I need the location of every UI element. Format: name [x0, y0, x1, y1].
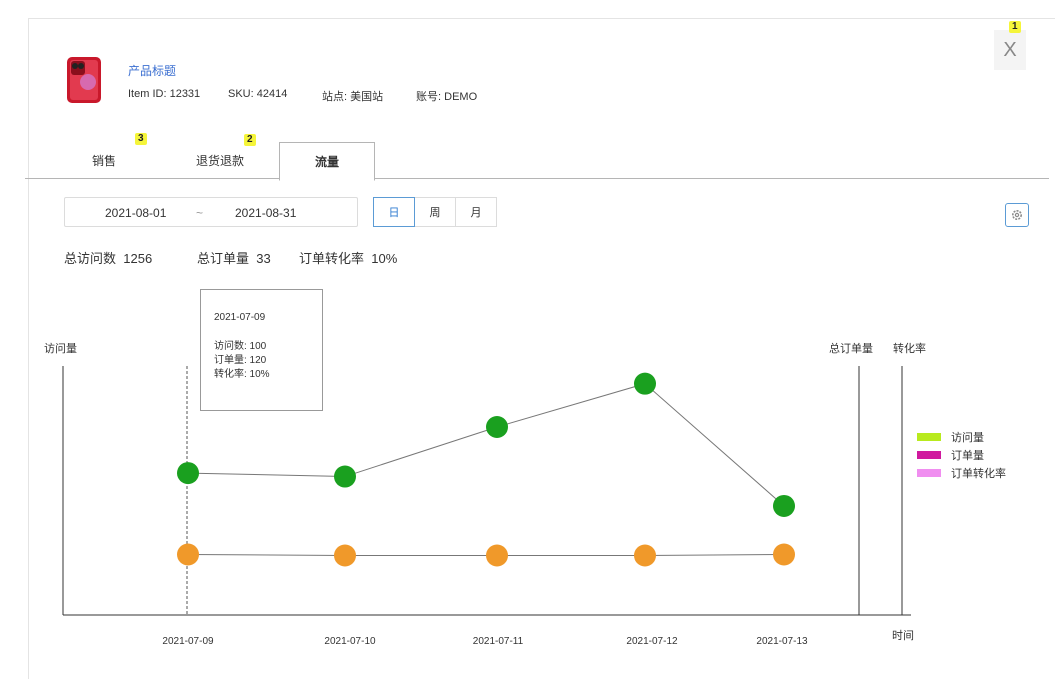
data-point[interactable] — [334, 544, 356, 567]
legend-item-rate[interactable]: 订单转化率 — [917, 465, 1006, 481]
legend-label-orders: 订单量 — [951, 450, 984, 462]
data-point[interactable] — [773, 494, 795, 517]
data-point[interactable] — [486, 416, 508, 439]
granularity-day[interactable]: 日 — [373, 197, 415, 227]
legend-swatch-visits — [917, 433, 941, 441]
series-line-1 — [187, 553, 785, 556]
x-tick-label: 2021-07-10 — [324, 636, 376, 647]
tooltip-orders: 订单量: 120 — [214, 355, 267, 366]
legend-label-rate: 订单转化率 — [951, 468, 1006, 480]
x-tick-label: 2021-07-13 — [756, 636, 808, 647]
x-tick-label: 2021-07-12 — [626, 636, 678, 647]
chart-tooltip: 2021-07-09 访问数: 100 订单量: 120 转化率: 10% — [200, 289, 323, 411]
legend-item-orders[interactable]: 订单量 — [917, 447, 984, 463]
data-point[interactable] — [177, 543, 199, 566]
data-point[interactable] — [634, 544, 656, 567]
tooltip-visits: 访问数: 100 — [214, 341, 267, 352]
data-point[interactable] — [334, 465, 356, 488]
data-point[interactable] — [177, 462, 199, 485]
data-point[interactable] — [634, 372, 656, 395]
traffic-line-chart — [62, 366, 911, 616]
legend-swatch-orders — [917, 451, 941, 459]
legend-swatch-rate — [917, 469, 941, 477]
data-point[interactable] — [773, 543, 795, 566]
tooltip-rate: 转化率: 10% — [214, 369, 270, 380]
legend-label-visits: 访问量 — [951, 432, 984, 444]
x-tick-label: 2021-07-11 — [472, 636, 524, 647]
tooltip-date: 2021-07-09 — [214, 312, 266, 323]
data-point[interactable] — [486, 544, 508, 567]
legend-item-visits[interactable]: 访问量 — [917, 429, 984, 445]
x-tick-label: 2021-07-09 — [162, 636, 214, 647]
